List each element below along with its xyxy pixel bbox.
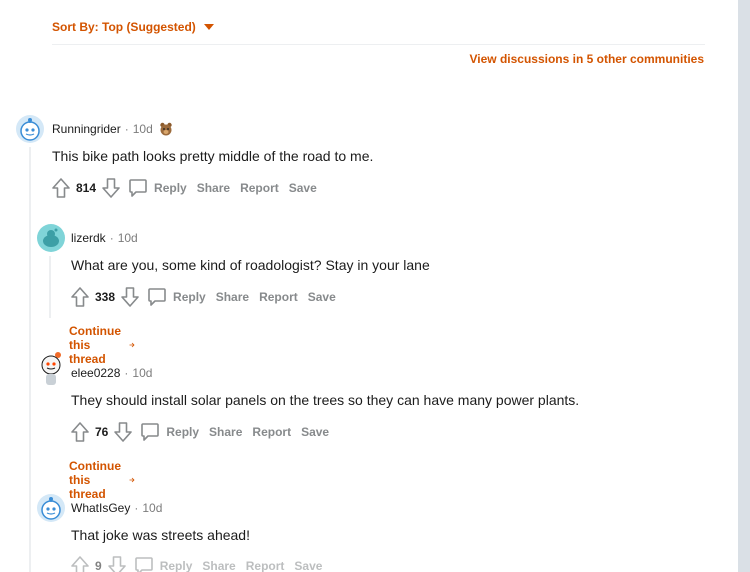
downvote-icon[interactable] (121, 287, 139, 307)
separator-dot: · (124, 366, 129, 380)
report-button[interactable]: Report (252, 425, 291, 439)
comment-text: They should install solar panels on the … (71, 392, 580, 408)
caret-down-icon (203, 24, 214, 30)
comments-panel: Sort By: Top (Suggested) View discussion… (0, 0, 738, 572)
reply-button[interactable]: Reply (147, 287, 206, 307)
comment-bubble-icon (134, 557, 153, 572)
comment-time[interactable]: 10d (132, 366, 152, 380)
save-button[interactable]: Save (294, 559, 322, 572)
avatar (16, 115, 44, 143)
comment-username[interactable]: WhatIsGey (71, 501, 130, 515)
vote-score: 76 (95, 425, 109, 439)
share-button[interactable]: Share (209, 425, 242, 439)
comment-text: This bike path looks pretty middle of th… (52, 148, 374, 164)
avatar (37, 494, 65, 522)
share-button[interactable]: Share (197, 181, 230, 195)
reply-button[interactable]: Reply (134, 556, 193, 572)
share-button[interactable]: Share (216, 290, 249, 304)
upvote-icon[interactable] (71, 422, 89, 442)
comment-text: What are you, some kind of roadologist? … (71, 257, 430, 273)
reply-label: Reply (166, 425, 200, 439)
avatar (37, 224, 65, 252)
reply-label: Reply (154, 181, 187, 195)
continue-thread-label: Continue this thread (69, 324, 121, 366)
separator-dot: · (134, 501, 139, 515)
upvote-icon[interactable] (71, 287, 89, 307)
comment-bubble-icon (129, 179, 147, 197)
share-button[interactable]: Share (202, 559, 235, 572)
comment-username[interactable]: Runningrider (52, 122, 121, 136)
continue-thread-label: Continue this thread (69, 459, 121, 501)
comment-bubble-icon (141, 423, 160, 441)
view-discussions-link[interactable]: View discussions in 5 other communities (469, 52, 704, 66)
thread-line (49, 256, 51, 318)
comment-time[interactable]: 10d (142, 501, 162, 515)
reply-label: Reply (159, 559, 193, 572)
thread-line (29, 147, 31, 572)
report-button[interactable]: Report (259, 290, 298, 304)
save-button[interactable]: Save (289, 181, 317, 195)
upvote-icon[interactable] (52, 178, 70, 198)
sort-dropdown[interactable]: Sort By: Top (Suggested) (52, 20, 214, 34)
report-button[interactable]: Report (246, 559, 285, 572)
comment-text: That joke was streets ahead! (71, 527, 250, 543)
separator-dot: · (124, 122, 129, 136)
divider (52, 44, 705, 45)
downvote-icon[interactable] (107, 556, 126, 572)
vote-score: 9 (95, 559, 102, 572)
save-button[interactable]: Save (301, 425, 329, 439)
comment-username[interactable]: lizerdk (71, 231, 106, 245)
reply-label: Reply (173, 290, 206, 304)
award-bear-icon[interactable] (159, 122, 173, 136)
vote-score: 338 (95, 290, 116, 304)
comment-time[interactable]: 10d (118, 231, 138, 245)
downvote-icon[interactable] (102, 178, 120, 198)
save-button[interactable]: Save (308, 290, 336, 304)
vote-score: 814 (76, 181, 97, 195)
separator-dot: · (109, 231, 114, 245)
report-button[interactable]: Report (240, 181, 279, 195)
downvote-icon[interactable] (114, 422, 133, 442)
upvote-icon[interactable] (71, 556, 89, 572)
continue-thread-link[interactable]: Continue this thread (69, 324, 135, 366)
sort-label: Sort By: Top (Suggested) (52, 20, 196, 34)
comment-bubble-icon (148, 288, 166, 306)
reply-button[interactable]: Reply (140, 422, 199, 442)
arrow-right-icon (129, 342, 135, 348)
avatar (41, 352, 61, 385)
comment-time[interactable]: 10d (133, 122, 153, 136)
continue-thread-link[interactable]: Continue this thread (69, 459, 135, 501)
arrow-right-icon (129, 477, 135, 483)
reply-button[interactable]: Reply (128, 178, 187, 198)
comment-username[interactable]: elee0228 (71, 366, 120, 380)
